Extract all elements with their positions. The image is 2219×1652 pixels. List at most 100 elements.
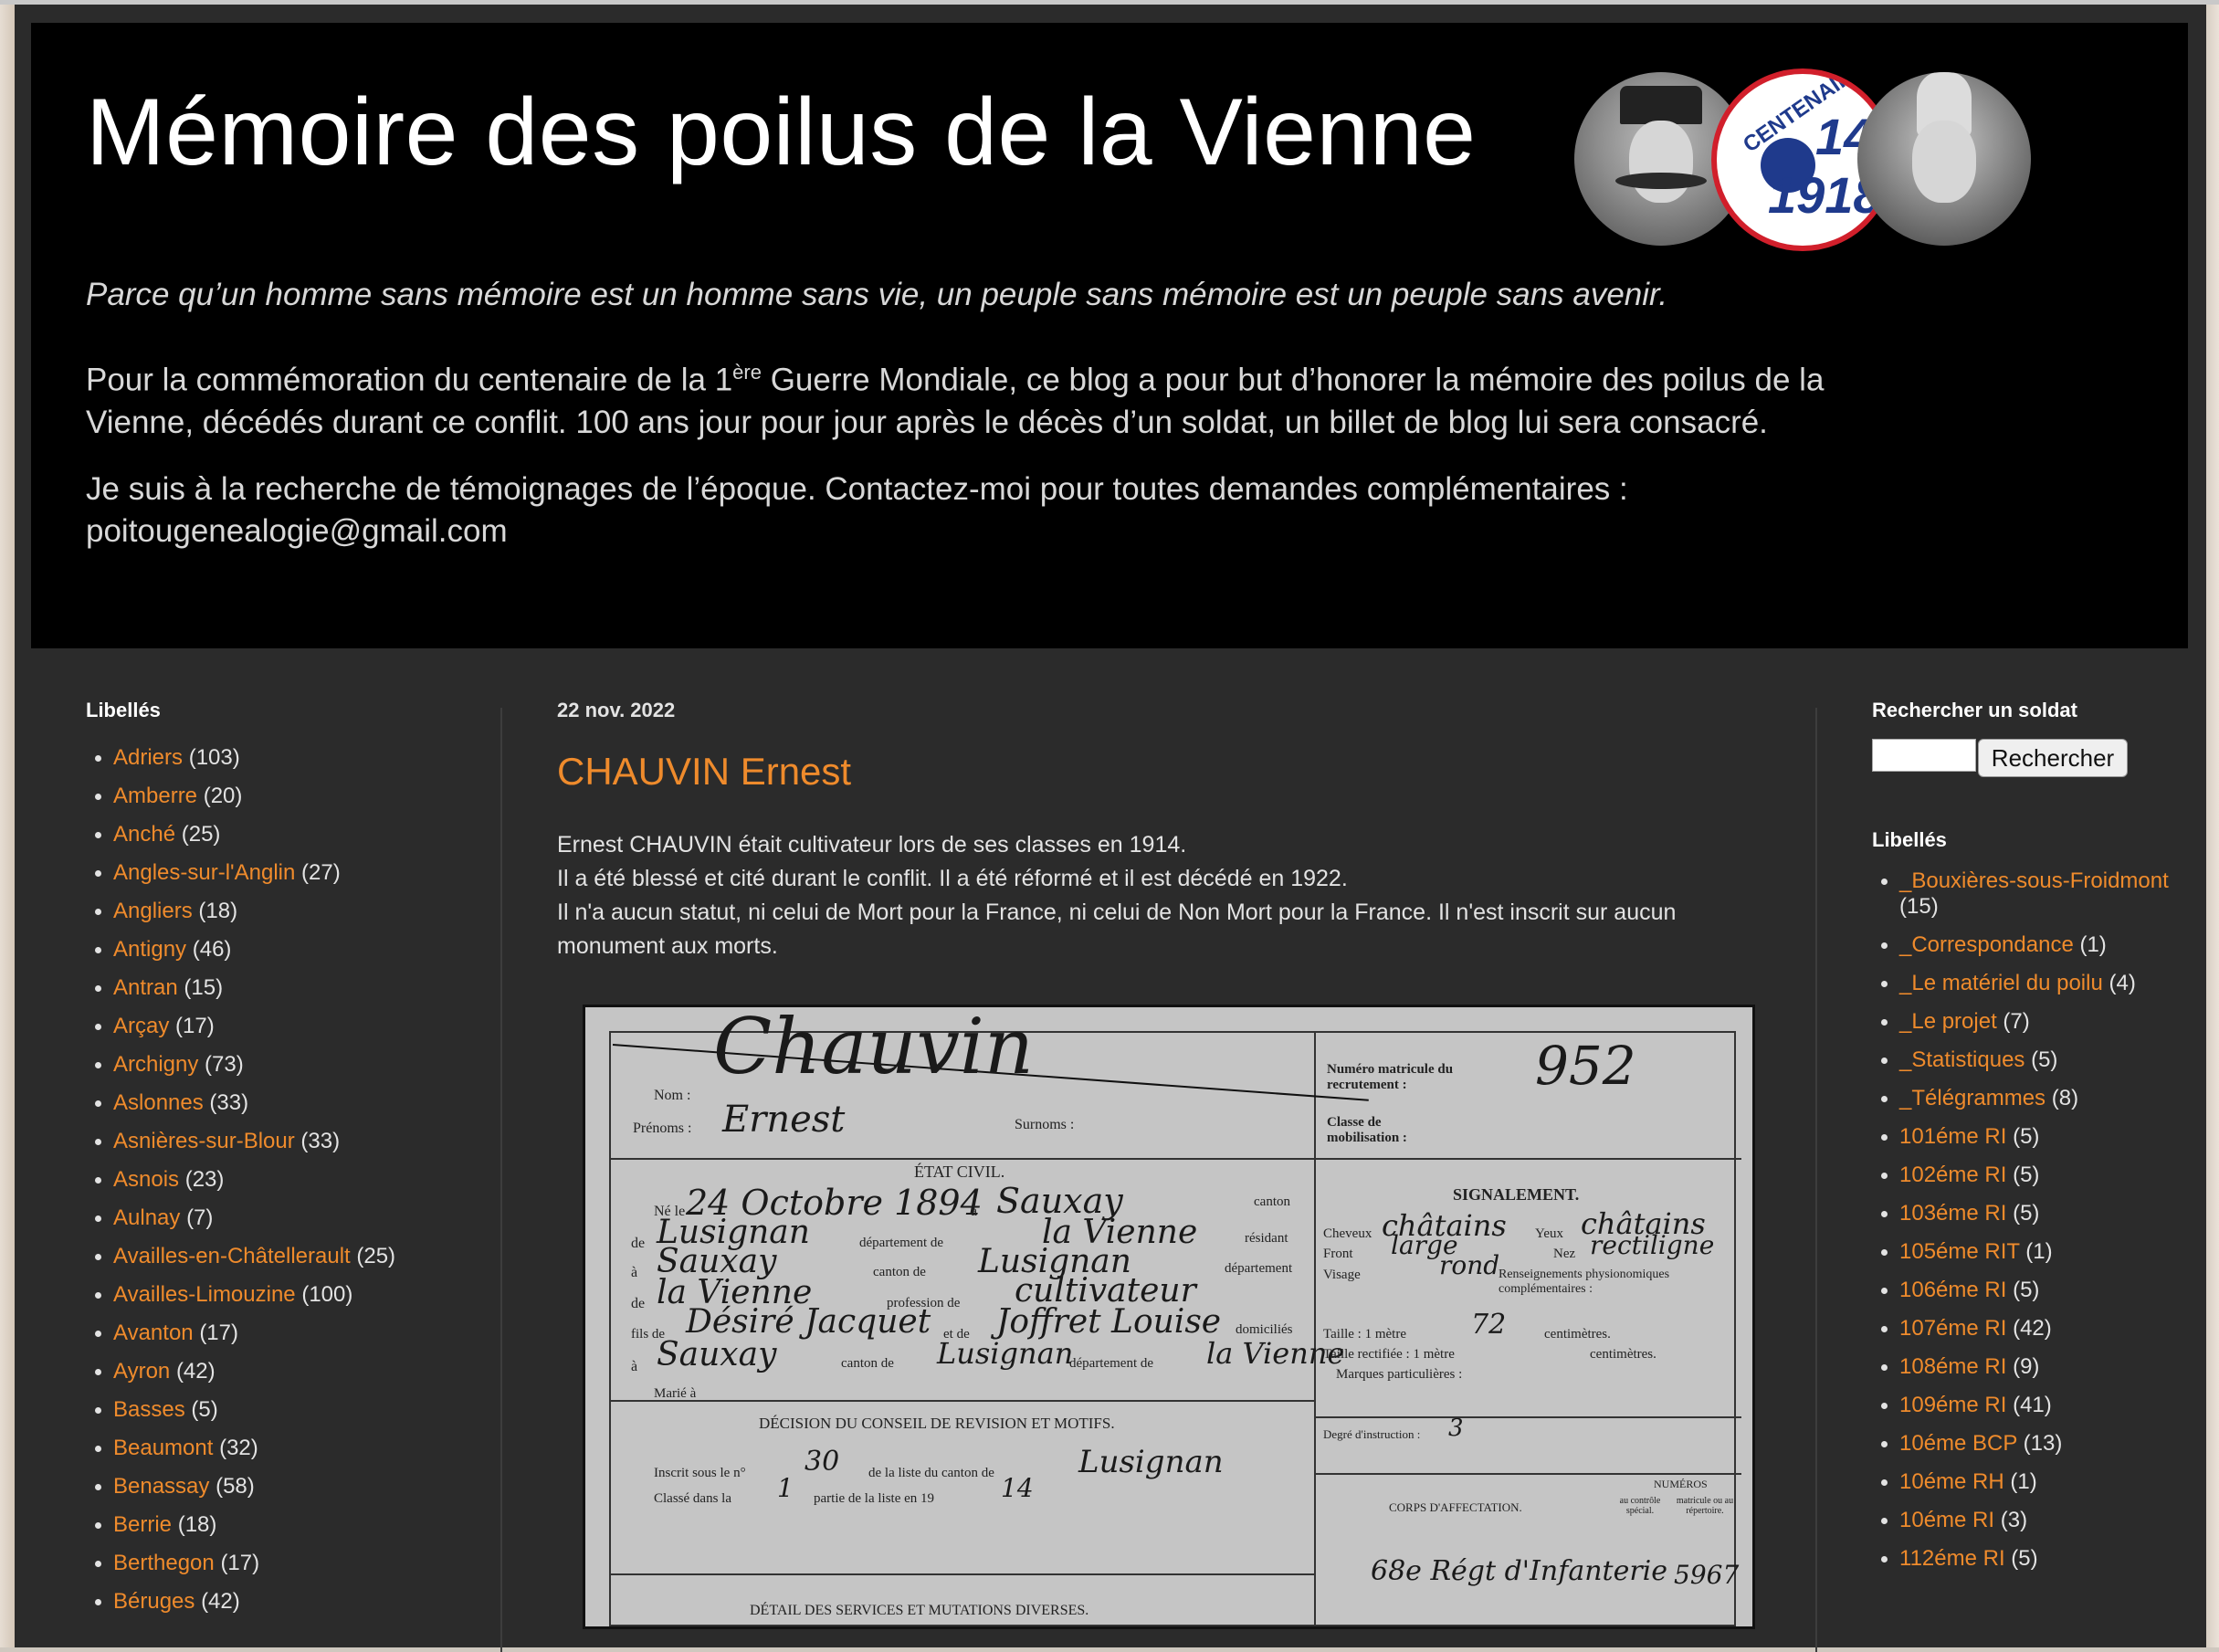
- hw-face: rond: [1439, 1250, 1500, 1280]
- label-count: (46): [192, 937, 232, 962]
- label-link[interactable]: Beaumont: [113, 1436, 213, 1460]
- label-matricule-rep: matricule ou au répertoire.: [1676, 1496, 1734, 1516]
- labels-list: Adriers (103) Amberre (20) Anché (25) Angle…: [86, 739, 469, 1621]
- post-date: 22 nov. 2022: [557, 699, 676, 721]
- label-item: 103éme RI (5): [1872, 1201, 2182, 1226]
- label-link[interactable]: Angliers: [113, 899, 193, 923]
- label-link[interactable]: Aslonnes: [113, 1090, 204, 1115]
- label-link[interactable]: 105éme RIT: [1899, 1239, 2020, 1264]
- label-de: de: [631, 1236, 646, 1251]
- label-link[interactable]: Archigny: [113, 1052, 198, 1077]
- label-link[interactable]: Berthegon: [113, 1551, 215, 1575]
- label-count: (5): [2011, 1546, 2038, 1571]
- label-link[interactable]: Asnois: [113, 1167, 179, 1192]
- label-count: (9): [2013, 1354, 2040, 1379]
- label-item: Angles-sur-l'Anglin (27): [86, 854, 469, 892]
- label-link[interactable]: Adriers: [113, 745, 183, 770]
- label-taille: Taille : 1 mètre: [1323, 1327, 1406, 1342]
- label-item: Béruges (42): [86, 1583, 469, 1621]
- label-link[interactable]: _Bouxières-sous-Froidmont: [1899, 868, 2169, 893]
- post-paragraph: Il n'a aucun statut, ni celui de Mort po…: [557, 900, 1677, 959]
- right-sidebar: Rechercher un soldat Rechercher Libellés…: [1872, 699, 2182, 1584]
- label-link[interactable]: 101éme RI: [1899, 1124, 2006, 1149]
- label-link[interactable]: Béruges: [113, 1589, 195, 1614]
- label-item: Asnières-sur-Blour (33): [86, 1122, 469, 1161]
- record-column-divider: [1314, 1031, 1316, 1626]
- label-link[interactable]: 108éme RI: [1899, 1354, 2006, 1379]
- label-link[interactable]: 112éme RI: [1899, 1546, 2005, 1571]
- mustache-shape: [1615, 173, 1707, 190]
- label-item: Benassay (58): [86, 1468, 469, 1506]
- hw-recruitment-canton: Lusignan: [1078, 1444, 1224, 1480]
- search-widget-title: Rechercher un soldat: [1872, 699, 2077, 721]
- label-link[interactable]: Ayron: [113, 1359, 170, 1384]
- search-button[interactable]: Rechercher: [1978, 739, 2128, 777]
- label-link[interactable]: Antigny: [113, 937, 186, 962]
- label-link[interactable]: Arçay: [113, 1014, 169, 1038]
- label-link[interactable]: 109éme RI: [1899, 1393, 2006, 1417]
- post-body: Ernest CHAUVIN était cultivateur lors de…: [557, 828, 1772, 963]
- label-link[interactable]: 10éme RH: [1899, 1469, 2004, 1494]
- label-count: (7): [186, 1205, 214, 1230]
- label-residant: résidant: [1245, 1231, 1288, 1246]
- search-input[interactable]: [1872, 739, 1976, 772]
- label-link[interactable]: Basses: [113, 1397, 185, 1422]
- label-item: _Statistiques (5): [1872, 1047, 2182, 1073]
- label-link[interactable]: 106éme RI: [1899, 1278, 2006, 1302]
- label-item: 108éme RI (9): [1872, 1354, 2182, 1380]
- label-count: (100): [301, 1282, 353, 1307]
- label-link[interactable]: 107éme RI: [1899, 1316, 2006, 1341]
- hw-height: 72: [1471, 1309, 1507, 1341]
- left-sidebar: Libellés Adriers (103) Amberre (20) Anché …: [86, 699, 469, 1621]
- label-link[interactable]: _Le matériel du poilu: [1899, 971, 2103, 995]
- search-form: Rechercher: [1872, 739, 2182, 777]
- record-rule: [609, 1400, 1314, 1402]
- label-link[interactable]: _Télégrammes: [1899, 1086, 2045, 1110]
- label-link[interactable]: Benassay: [113, 1474, 209, 1499]
- label-item: Asnois (23): [86, 1161, 469, 1199]
- label-departement-de-2: département de: [1069, 1356, 1154, 1371]
- hw-mother: Joffret Louise: [996, 1303, 1222, 1341]
- label-link[interactable]: Avanton: [113, 1321, 194, 1345]
- military-record-scan[interactable]: Chauvin Nom : Prénoms : Ernest Surnoms :…: [583, 1005, 1755, 1629]
- hw-regiment: 68e Régt d'Infanterie: [1371, 1555, 1668, 1587]
- section-etat-civil: ÉTAT CIVIL.: [914, 1163, 1005, 1181]
- label-link[interactable]: Availles-Limouzine: [113, 1282, 296, 1307]
- site-title[interactable]: Mémoire des poilus de la Vienne: [86, 85, 1476, 180]
- label-link[interactable]: Amberre: [113, 784, 197, 808]
- label-count: (41): [2013, 1393, 2052, 1417]
- label-link[interactable]: Berrie: [113, 1512, 172, 1537]
- label-count: (5): [2031, 1047, 2058, 1072]
- label-link[interactable]: _Le projet: [1899, 1009, 1997, 1034]
- label-link[interactable]: Availles-en-Châtellerault: [113, 1244, 351, 1268]
- label-nom: Nom :: [654, 1088, 691, 1103]
- label-link[interactable]: 10éme RI: [1899, 1508, 1994, 1532]
- label-link[interactable]: 103éme RI: [1899, 1201, 2006, 1226]
- label-count: (103): [188, 745, 240, 770]
- label-classe: Classe de mobilisation :: [1327, 1115, 1407, 1145]
- label-link[interactable]: Asnières-sur-Blour: [113, 1129, 295, 1153]
- record-rule: [609, 1573, 1314, 1575]
- label-link[interactable]: Antran: [113, 975, 178, 1000]
- label-item: _Bouxières-sous-Froidmont (15): [1872, 868, 2182, 920]
- record-rule: [1316, 1158, 1741, 1160]
- label-link[interactable]: Angles-sur-l'Anglin: [113, 860, 295, 885]
- label-count: (5): [2013, 1278, 2040, 1302]
- label-item: 105éme RIT (1): [1872, 1239, 2182, 1265]
- intro-superscript: ère: [732, 361, 762, 384]
- label-visage: Visage: [1323, 1268, 1361, 1282]
- label-link[interactable]: 102éme RI: [1899, 1163, 2006, 1187]
- main-column: 22 nov. 2022 CHAUVIN Ernest Ernest CHAUV…: [557, 699, 1835, 963]
- labels-widget-title: Libellés: [86, 699, 161, 721]
- post-paragraph: Il a été blessé et cité durant le confli…: [557, 866, 1348, 891]
- label-link[interactable]: _Correspondance: [1899, 932, 2074, 957]
- label-link[interactable]: 10éme BCP: [1899, 1431, 2017, 1456]
- label-au-controle: au contrôle spécial.: [1619, 1496, 1661, 1516]
- label-link[interactable]: Aulnay: [113, 1205, 180, 1230]
- label-link[interactable]: Anché: [113, 822, 175, 847]
- blog-header: Mémoire des poilus de la Vienne CENTENAI…: [31, 23, 2188, 648]
- section-detail: DÉTAIL DES SERVICES ET MUTATIONS DIVERSE…: [750, 1603, 1089, 1618]
- label-link[interactable]: _Statistiques: [1899, 1047, 2024, 1072]
- post-title[interactable]: CHAUVIN Ernest: [557, 750, 1835, 794]
- intro-text-a: Pour la commémoration du centenaire de l…: [86, 362, 733, 398]
